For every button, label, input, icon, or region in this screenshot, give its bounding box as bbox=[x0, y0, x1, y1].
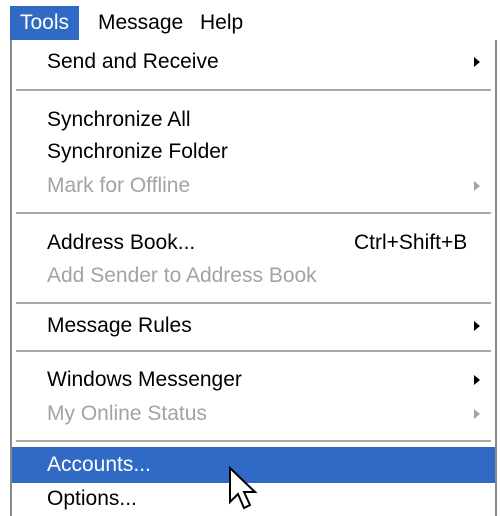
menu-item-synchronize-folder[interactable]: Synchronize Folder bbox=[12, 134, 495, 170]
menu-item-label: Synchronize All bbox=[47, 108, 191, 131]
mouse-pointer-icon bbox=[229, 466, 258, 510]
menu-item-label: Options... bbox=[47, 487, 137, 510]
menu-item-message-rules[interactable]: Message Rules bbox=[12, 308, 495, 344]
menu-item-windows-messenger[interactable]: Windows Messenger bbox=[12, 362, 495, 398]
menu-tools[interactable]: Tools bbox=[10, 6, 80, 40]
menu-item-label: Add Sender to Address Book bbox=[47, 264, 317, 287]
menu-bar: Tools Message Help bbox=[0, 0, 501, 44]
menu-message[interactable]: Message bbox=[88, 6, 193, 40]
menu-item-send-and-receive[interactable]: Send and Receive bbox=[12, 44, 495, 80]
submenu-arrow-icon bbox=[474, 181, 480, 191]
menu-separator bbox=[16, 302, 491, 304]
tools-dropdown-menu: Send and Receive Synchronize All Synchro… bbox=[10, 40, 497, 516]
menu-item-shortcut: Ctrl+Shift+B bbox=[354, 231, 468, 254]
menu-item-label: Address Book... bbox=[47, 231, 196, 254]
menu-help[interactable]: Help bbox=[190, 6, 253, 40]
menu-item-my-online-status: My Online Status bbox=[12, 396, 495, 432]
menu-item-label: Synchronize Folder bbox=[47, 140, 228, 163]
menu-separator bbox=[16, 440, 491, 442]
menu-item-mark-for-offline: Mark for Offline bbox=[12, 168, 495, 204]
menu-item-label: Accounts... bbox=[47, 453, 151, 476]
submenu-arrow-icon bbox=[474, 375, 480, 385]
menu-separator bbox=[16, 350, 491, 352]
menu-item-label: Message Rules bbox=[47, 314, 192, 337]
menu-separator bbox=[16, 212, 491, 214]
submenu-arrow-icon bbox=[474, 57, 480, 67]
submenu-arrow-icon bbox=[474, 321, 480, 331]
menu-item-label: Mark for Offline bbox=[47, 174, 191, 197]
menu-separator bbox=[16, 89, 491, 91]
menu-item-add-sender: Add Sender to Address Book bbox=[12, 258, 495, 294]
menu-item-label: Send and Receive bbox=[47, 50, 219, 73]
menu-item-address-book[interactable]: Address Book... Ctrl+Shift+B bbox=[12, 225, 495, 261]
menu-item-synchronize-all[interactable]: Synchronize All bbox=[12, 102, 495, 138]
menu-item-label: Windows Messenger bbox=[47, 368, 242, 391]
menu-item-label: My Online Status bbox=[47, 402, 207, 425]
submenu-arrow-icon bbox=[474, 409, 480, 419]
